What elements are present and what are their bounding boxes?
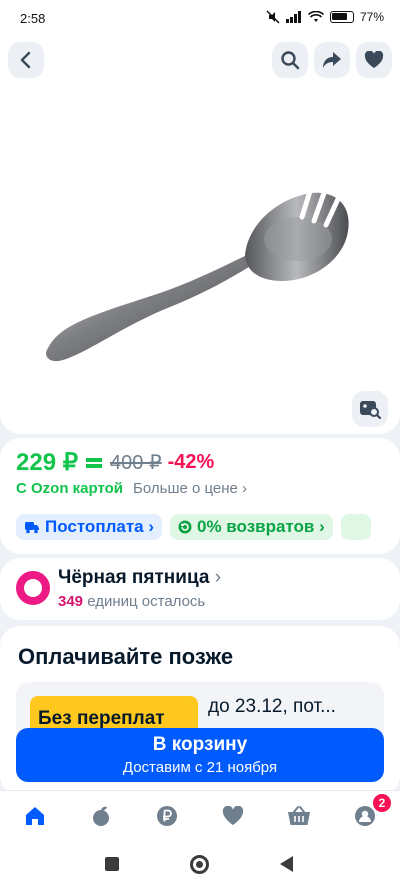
tab-fresh[interactable] bbox=[88, 803, 114, 829]
chevron-left-icon bbox=[20, 51, 31, 69]
wifi-icon bbox=[307, 11, 324, 22]
status-icons: 77% bbox=[266, 10, 384, 24]
black-friday-ring-icon bbox=[16, 571, 50, 605]
battery-level: 77% bbox=[359, 10, 384, 24]
truck-icon bbox=[25, 522, 39, 534]
bottom-tab-bar bbox=[0, 790, 400, 840]
black-friday-banner[interactable]: Чёрная пятница › 349 единиц осталось bbox=[0, 558, 400, 620]
status-time: 2:58 bbox=[20, 11, 46, 26]
search-button[interactable] bbox=[272, 42, 308, 78]
ozon-card-label: С Ozon картой bbox=[16, 480, 124, 497]
visual-search-button[interactable] bbox=[352, 391, 388, 427]
fresh-icon bbox=[93, 806, 109, 826]
price-section: 229 ₽ 400 ₽ -42% С Ozon картой Больше о … bbox=[0, 438, 400, 554]
search-icon bbox=[281, 51, 300, 70]
black-friday-title-text: Чёрная пятница bbox=[58, 567, 210, 588]
system-back-icon[interactable] bbox=[280, 856, 293, 872]
home-icon bbox=[26, 807, 44, 825]
old-price: 400 ₽ bbox=[109, 452, 162, 474]
product-gallery[interactable] bbox=[0, 38, 400, 434]
discount-percent: -42% bbox=[167, 451, 215, 473]
cart-icon bbox=[288, 806, 310, 825]
tab-home[interactable] bbox=[22, 803, 48, 829]
equals-icon bbox=[85, 457, 102, 468]
price-row: 229 ₽ 400 ₽ -42% bbox=[16, 448, 214, 477]
add-to-cart-label: В корзину bbox=[152, 734, 248, 755]
benefit-chips: Постоплата › 0% возвратов › bbox=[16, 514, 371, 540]
returns-chip[interactable]: 0% возвратов › bbox=[170, 514, 333, 540]
chevron-right-icon: › bbox=[214, 567, 222, 588]
postpay-label: Постоплата › bbox=[45, 517, 155, 536]
image-search-icon bbox=[360, 401, 381, 419]
return-icon bbox=[178, 520, 192, 534]
cell-signal-icon bbox=[285, 11, 301, 23]
installment-text: до 23.12, пот... bbox=[208, 696, 336, 717]
battery-icon bbox=[329, 11, 354, 23]
finance-icon bbox=[157, 806, 177, 826]
profile-notification-badge: 2 bbox=[373, 794, 391, 812]
stock-count: 349 bbox=[58, 593, 84, 610]
black-friday-title: Чёрная пятница › bbox=[58, 567, 221, 589]
tab-favorites[interactable] bbox=[220, 803, 246, 829]
system-navigation-bar bbox=[0, 840, 400, 889]
heart-icon bbox=[364, 51, 384, 68]
share-arrow-icon bbox=[323, 52, 341, 68]
tab-finance[interactable] bbox=[154, 803, 180, 829]
profile-icon bbox=[355, 806, 375, 826]
favorites-icon bbox=[222, 806, 244, 825]
add-to-cart-button[interactable]: В корзину Доставим с 21 ноября bbox=[16, 728, 384, 782]
tab-cart[interactable] bbox=[286, 803, 312, 829]
postpay-chip[interactable]: Постоплата › bbox=[16, 514, 163, 540]
delivery-date: Доставим с 21 ноября bbox=[122, 759, 278, 776]
status-bar: 2:58 77% bbox=[0, 0, 400, 38]
returns-label: 0% возвратов › bbox=[197, 517, 325, 536]
product-image[interactable] bbox=[40, 183, 360, 383]
share-button[interactable] bbox=[314, 42, 350, 78]
favorite-button[interactable] bbox=[356, 42, 392, 78]
recent-apps-icon[interactable] bbox=[105, 857, 119, 871]
ozon-card-price: 229 ₽ bbox=[16, 449, 78, 476]
ozon-card-row: С Ozon картой Больше о цене › bbox=[16, 480, 247, 497]
more-chip[interactable] bbox=[340, 514, 371, 540]
more-price-link[interactable]: Больше о цене › bbox=[133, 480, 247, 497]
home-button-icon[interactable] bbox=[190, 855, 209, 874]
back-button[interactable] bbox=[8, 42, 44, 78]
pay-later-title: Оплачивайте позже bbox=[18, 644, 234, 669]
mute-icon bbox=[266, 10, 280, 24]
stock-left: 349 единиц осталось bbox=[58, 593, 205, 610]
stock-suffix: единиц осталось bbox=[87, 593, 206, 610]
